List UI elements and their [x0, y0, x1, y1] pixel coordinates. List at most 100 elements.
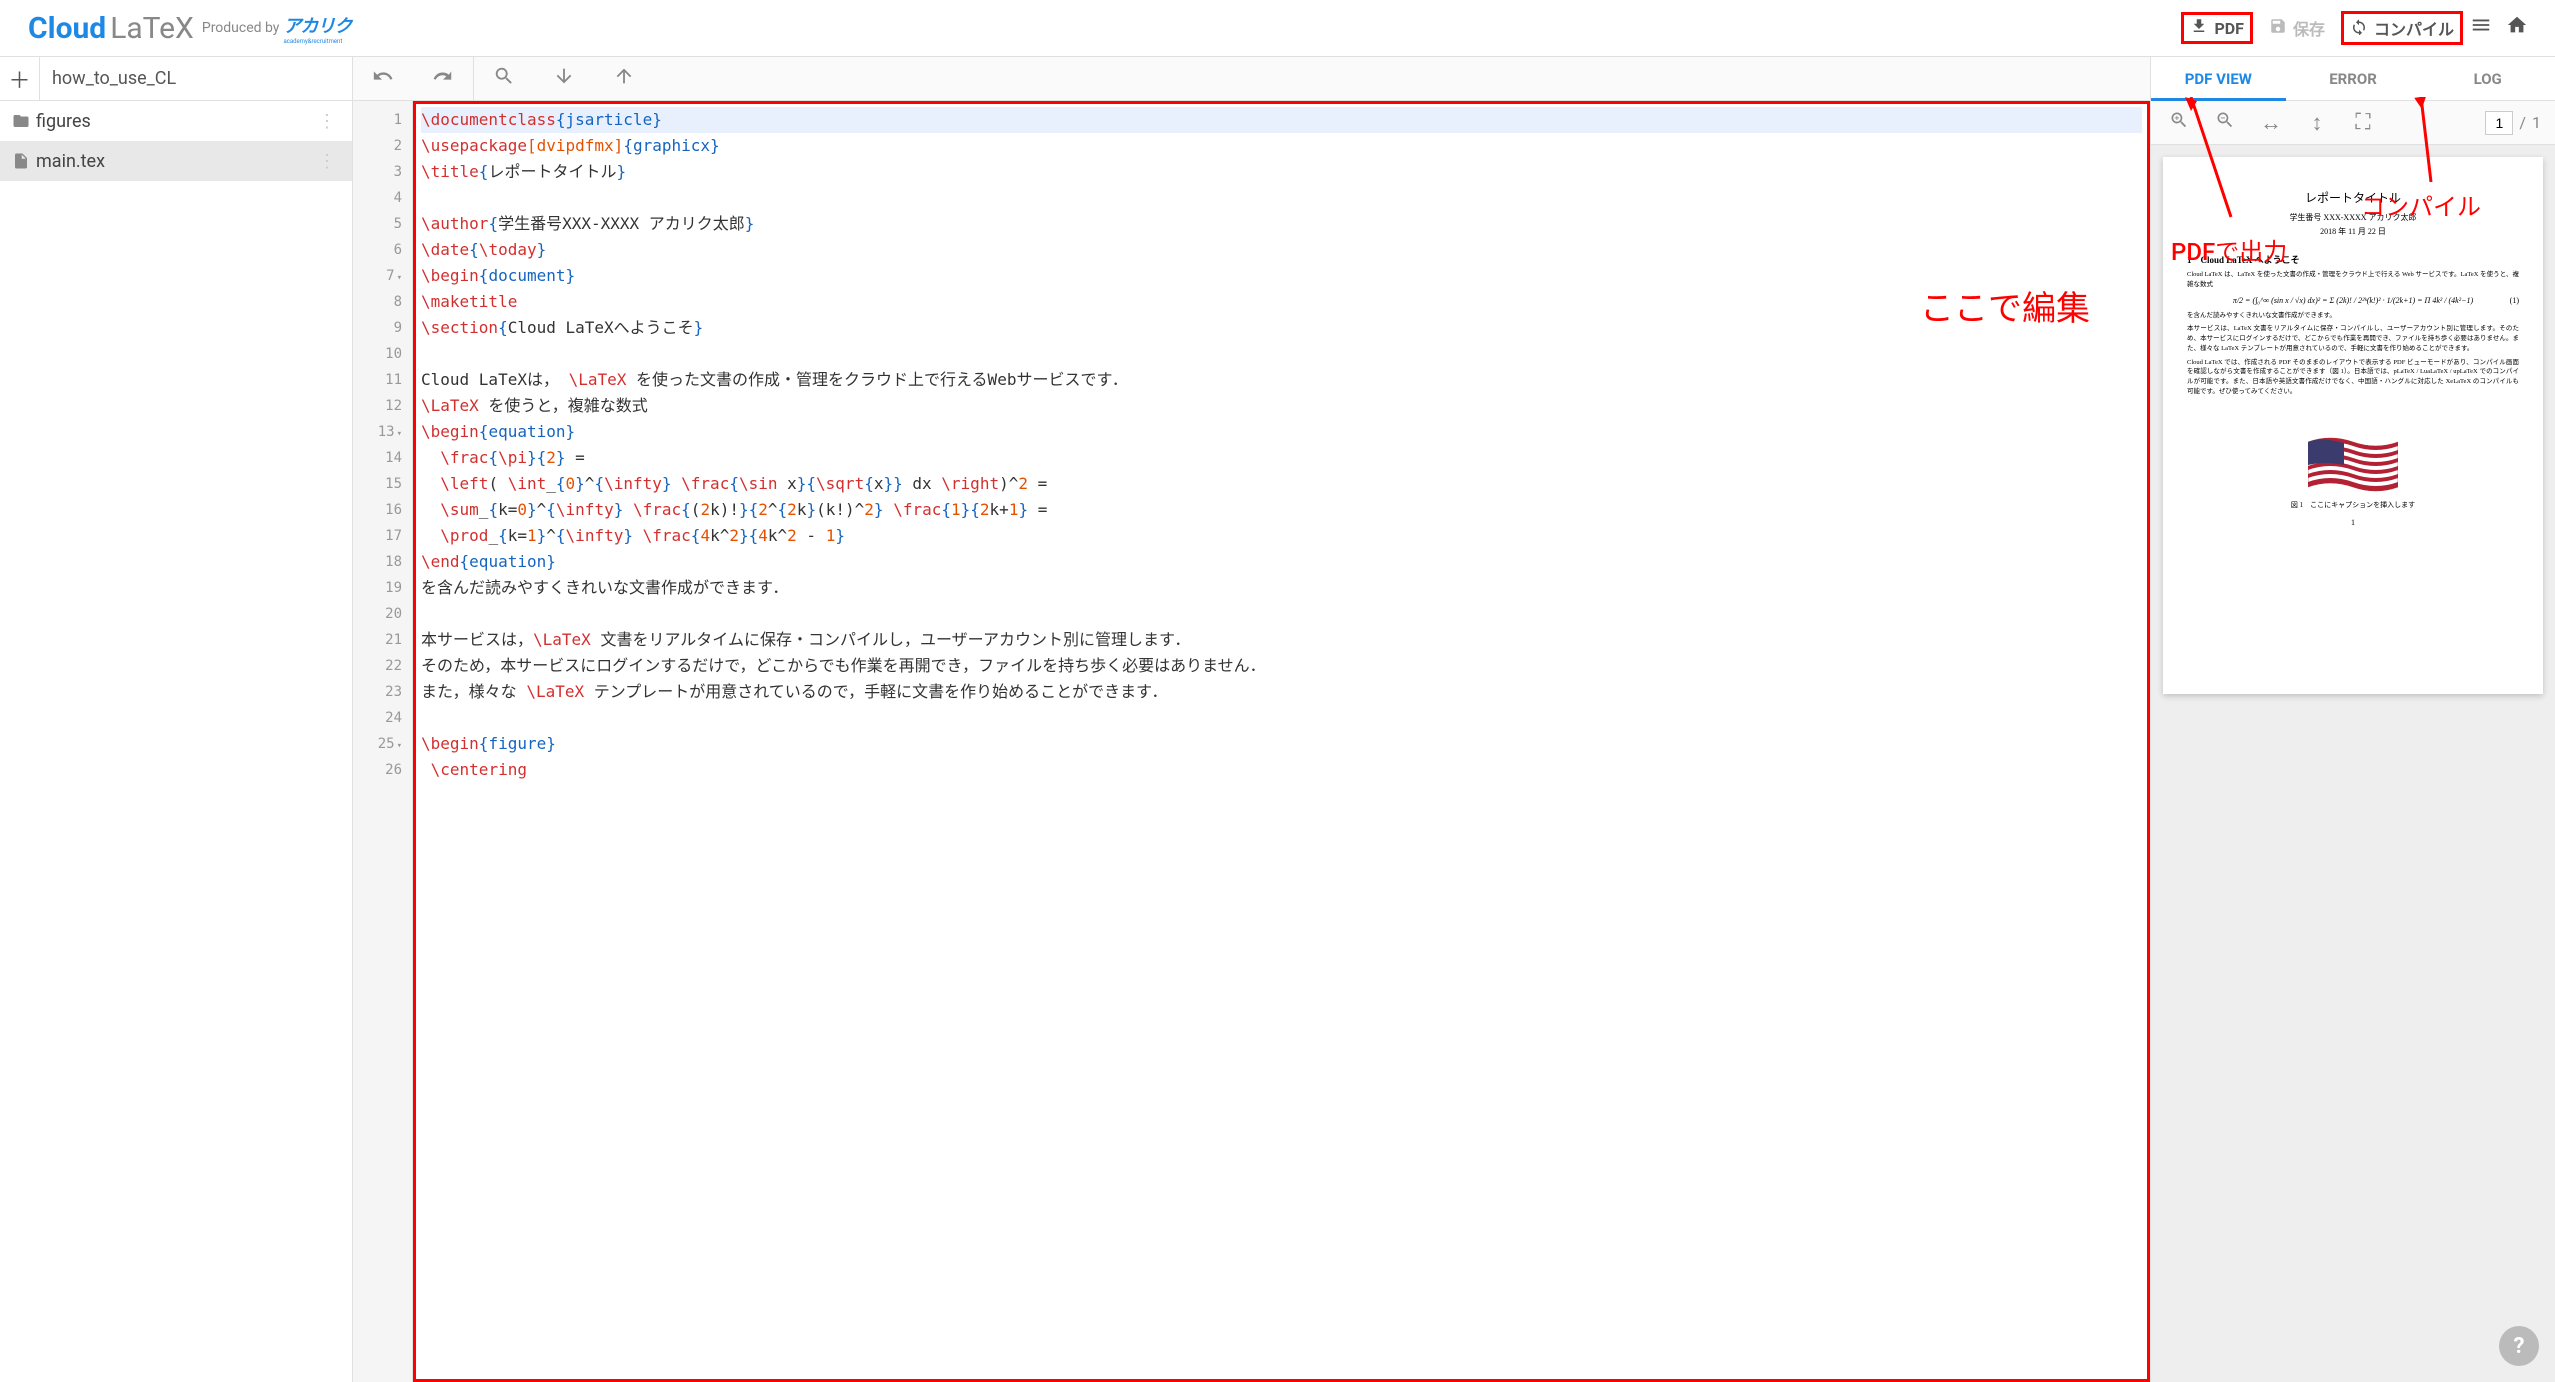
code-line[interactable]: また，様々な \LaTeX テンプレートが用意されているので，手軽に文書を作り始… — [421, 679, 2142, 705]
pdf-paragraph: Cloud LaTeX では、作成される PDF そのままのレイアウトで表示する… — [2187, 358, 2519, 397]
fit-width-icon: ↔ — [2260, 110, 2282, 136]
code-line[interactable]: を含んだ読みやすくきれいな文書作成ができます． — [421, 575, 2142, 601]
tab-pdf-view[interactable]: PDF VIEW — [2151, 57, 2286, 100]
brand-logo[interactable]: アカリク academy&recruitment — [283, 12, 351, 45]
code-line[interactable]: \end{equation} — [421, 549, 2142, 575]
code-line[interactable]: \begin{equation} — [421, 419, 2142, 445]
pdf-section-heading: 1 Cloud LaTeX へようこそ — [2187, 253, 2519, 266]
code-line[interactable]: Cloud LaTeXは， \LaTeX を使った文書の作成・管理をクラウド上で… — [421, 367, 2142, 393]
line-gutter: 1234567891011121314151617181920212223242… — [353, 101, 413, 1382]
file-menu-button[interactable]: ⋮ — [314, 151, 340, 172]
download-icon — [2190, 17, 2208, 39]
logo-cloud: Cloud — [28, 11, 106, 46]
fit-height-button[interactable]: ↕ — [2303, 109, 2331, 137]
next-button[interactable] — [550, 65, 578, 93]
code-line[interactable]: \documentclass{jsarticle} — [421, 107, 2142, 133]
home-button[interactable] — [2499, 10, 2535, 46]
zoom-out-button[interactable] — [2211, 109, 2239, 137]
code-line[interactable] — [421, 185, 2142, 211]
pdf-download-button[interactable]: PDF — [2181, 12, 2253, 44]
page-total: 1 — [2532, 113, 2541, 132]
code-line[interactable]: \prod_{k=1}^{\infty} \frac{4k^2}{4k^2 - … — [421, 523, 2142, 549]
save-button[interactable]: 保存 — [2253, 8, 2341, 48]
redo-button[interactable] — [429, 65, 457, 93]
app-logo[interactable]: Cloud LaTeX — [28, 11, 194, 46]
zoom-out-icon — [2215, 110, 2235, 136]
arrow-up-icon — [613, 65, 635, 93]
pdf-paragraph: Cloud LaTeX は、LaTeX を使った文書の作成・管理をクラウド上で行… — [2187, 270, 2519, 290]
logo-latex: LaTeX — [110, 11, 194, 46]
code-line[interactable]: 本サービスは，\LaTeX 文書をリアルタイムに保存・コンパイルし，ユーザーアカ… — [421, 627, 2142, 653]
file-name: figures — [36, 111, 314, 132]
help-button[interactable]: ? — [2499, 1326, 2539, 1366]
plus-icon: ＋ — [8, 63, 30, 95]
help-icon: ? — [2514, 1334, 2525, 1359]
code-line[interactable]: \frac{\pi}{2} = — [421, 445, 2142, 471]
menu-icon — [2470, 14, 2492, 42]
save-icon — [2269, 17, 2287, 39]
code-line[interactable] — [421, 341, 2142, 367]
code-line[interactable]: \begin{figure} — [421, 731, 2142, 757]
pdf-figure-flag — [2308, 437, 2398, 492]
code-line[interactable]: \author{学生番号XXX-XXXX アカリク太郎} — [421, 211, 2142, 237]
pdf-author: 学生番号 XXX-XXXX アカリク太郎 — [2187, 212, 2519, 223]
prev-button[interactable] — [610, 65, 638, 93]
zoom-in-button[interactable] — [2165, 109, 2193, 137]
code-line[interactable] — [421, 601, 2142, 627]
pdf-page-number: 1 — [2187, 518, 2519, 527]
preview-toolbar: ↔ ↕ ⛶ / 1 — [2151, 101, 2555, 145]
add-file-button[interactable]: ＋ — [0, 57, 40, 100]
code-line[interactable]: \usepackage[dvipdfmx]{graphicx} — [421, 133, 2142, 159]
pdf-equation: π/2 = (∫₀^∞ (sin x / √x) dx)² = Σ (2k)! … — [2187, 296, 2519, 305]
preview-body[interactable]: レポートタイトル 学生番号 XXX-XXXX アカリク太郎 2018 年 11 … — [2151, 145, 2555, 1382]
preview-tabs: PDF VIEW ERROR LOG — [2151, 57, 2555, 101]
page-indicator: / 1 — [2485, 111, 2541, 135]
undo-button[interactable] — [369, 65, 397, 93]
code-line[interactable]: \LaTeX を使うと，複雑な数式 — [421, 393, 2142, 419]
editor-panel: 1234567891011121314151617181920212223242… — [353, 57, 2151, 1382]
file-panel: ＋ how_to_use_CL figures⋮main.tex⋮ — [0, 57, 353, 1382]
produced-by-label: Produced by — [202, 20, 280, 36]
file-icon — [12, 152, 36, 170]
pdf-title: レポートタイトル — [2187, 189, 2519, 206]
file-item[interactable]: main.tex⋮ — [0, 141, 352, 181]
code-line[interactable]: \sum_{k=0}^{\infty} \frac{(2k)!}{2^{2k}(… — [421, 497, 2142, 523]
tab-log[interactable]: LOG — [2420, 57, 2555, 100]
refresh-icon — [2350, 17, 2368, 39]
code-line[interactable]: そのため，本サービスにログインするだけで，どこからでも作業を再開でき，ファイルを… — [421, 653, 2142, 679]
home-icon — [2506, 14, 2528, 42]
folder-icon — [12, 112, 36, 130]
redo-icon — [432, 65, 454, 93]
file-panel-header: ＋ how_to_use_CL — [0, 57, 352, 101]
search-icon — [493, 65, 515, 93]
editor-toolbar — [353, 57, 2150, 101]
pdf-date: 2018 年 11 月 22 日 — [2187, 226, 2519, 237]
arrow-down-icon — [553, 65, 575, 93]
code-line[interactable] — [421, 705, 2142, 731]
code-line[interactable]: \left( \int_{0}^{\infty} \frac{\sin x}{\… — [421, 471, 2142, 497]
fit-width-button[interactable]: ↔ — [2257, 109, 2285, 137]
compile-button[interactable]: コンパイル — [2341, 11, 2463, 45]
code-area[interactable]: \documentclass{jsarticle}\usepackage[dvi… — [413, 101, 2150, 1382]
code-line[interactable]: \maketitle — [421, 289, 2142, 315]
page-current-input[interactable] — [2485, 111, 2513, 135]
file-menu-button[interactable]: ⋮ — [314, 111, 340, 132]
code-line[interactable]: \centering — [421, 757, 2142, 783]
code-line[interactable]: \title{レポートタイトル} — [421, 159, 2142, 185]
file-list: figures⋮main.tex⋮ — [0, 101, 352, 1382]
editor-body[interactable]: 1234567891011121314151617181920212223242… — [353, 101, 2150, 1382]
file-name: main.tex — [36, 151, 314, 172]
fit-height-icon: ↕ — [2312, 110, 2323, 136]
project-name[interactable]: how_to_use_CL — [40, 68, 352, 89]
fullscreen-button[interactable]: ⛶ — [2349, 109, 2377, 137]
preview-panel: PDF VIEW ERROR LOG ↔ ↕ ⛶ / 1 レポートタイトル — [2151, 57, 2555, 1382]
pdf-paragraph: を含んだ読みやすくきれいな文書作成ができます。 — [2187, 311, 2519, 321]
code-line[interactable]: \begin{document} — [421, 263, 2142, 289]
menu-button[interactable] — [2463, 10, 2499, 46]
code-line[interactable]: \section{Cloud LaTeXへようこそ} — [421, 315, 2142, 341]
tab-error[interactable]: ERROR — [2286, 57, 2421, 100]
search-button[interactable] — [490, 65, 518, 93]
file-item[interactable]: figures⋮ — [0, 101, 352, 141]
undo-icon — [372, 65, 394, 93]
code-line[interactable]: \date{\today} — [421, 237, 2142, 263]
